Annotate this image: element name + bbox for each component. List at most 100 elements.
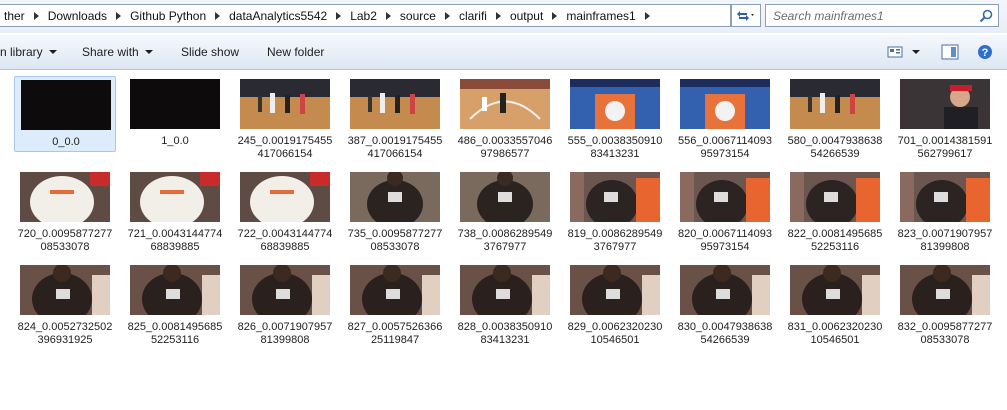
breadcrumb-item[interactable]: dataAnalytics5542 xyxy=(225,9,331,23)
file-item[interactable]: 701_0.0014381591 562799617 xyxy=(894,76,996,160)
file-name: 829_0.0062320230 10546501 xyxy=(556,321,674,347)
refresh-icon xyxy=(737,10,754,21)
file-item[interactable]: 721_0.0043144774 68839885 xyxy=(124,169,226,253)
file-thumbnail xyxy=(20,265,110,315)
file-name-line-2: 08533078 xyxy=(370,241,420,253)
file-name-line-2: 95973154 xyxy=(700,148,750,160)
preview-pane-button[interactable] xyxy=(941,43,959,61)
chevron-down-icon[interactable] xyxy=(912,50,920,54)
breadcrumb-item[interactable]: Github Python xyxy=(126,9,210,23)
file-item[interactable]: 831_0.0062320230 10546501 xyxy=(784,262,886,346)
refresh-button[interactable] xyxy=(731,4,761,27)
slide-show-button[interactable]: Slide show xyxy=(181,45,239,59)
file-name: 824_0.0052732502 396931925 xyxy=(6,321,124,347)
file-name-line-1: 820_0.0067114093 xyxy=(677,228,772,240)
breadcrumb-item[interactable]: source xyxy=(396,9,440,23)
file-item[interactable]: 245_0.0019175455 417066154 xyxy=(234,76,336,160)
file-name-line-1: 819_0.0086289549 xyxy=(567,228,663,240)
breadcrumb-item[interactable]: ther xyxy=(0,9,29,23)
file-thumbnail xyxy=(790,79,880,129)
chevron-right-icon[interactable] xyxy=(215,11,221,20)
chevron-right-icon[interactable] xyxy=(644,11,650,20)
file-name-line-2: 68839885 xyxy=(260,241,310,253)
file-item[interactable]: 556_0.0067114093 95973154 xyxy=(674,76,776,160)
file-item[interactable]: 823_0.0071907957 81399808 xyxy=(894,169,996,253)
chevron-down-icon xyxy=(144,50,153,54)
file-item[interactable]: 822_0.0081495685 52253116 xyxy=(784,169,886,253)
file-item[interactable]: 829_0.0062320230 10546501 xyxy=(564,262,666,346)
file-item[interactable]: 738_0.0086289549 3767977 xyxy=(454,169,556,253)
file-item[interactable]: 825_0.0081495685 52253116 xyxy=(124,262,226,346)
chevron-right-icon[interactable] xyxy=(33,11,39,20)
file-item[interactable]: 1_0.0 xyxy=(124,76,226,152)
help-button[interactable]: ? xyxy=(977,43,993,61)
breadcrumb-item[interactable]: clarifi xyxy=(455,9,491,23)
file-item[interactable]: 820_0.0067114093 95973154 xyxy=(674,169,776,253)
change-view-button[interactable] xyxy=(887,43,920,61)
file-thumbnail xyxy=(460,79,550,129)
file-name-line-1: 824_0.0052732502 xyxy=(17,321,113,333)
file-item[interactable]: 387_0.0019175455 417066154 xyxy=(344,76,446,160)
chevron-right-icon[interactable] xyxy=(336,11,342,20)
file-name: 830_0.0047938638 54266539 xyxy=(666,321,784,347)
chevron-right-icon[interactable] xyxy=(495,11,501,20)
file-thumbnail xyxy=(790,172,880,222)
view-icon xyxy=(887,46,903,58)
file-name-line-1: 1_0.0 xyxy=(161,135,189,147)
file-name-line-1: 735_0.0095877277 xyxy=(347,228,443,240)
file-name-line-2: 562799617 xyxy=(917,148,973,160)
file-item[interactable]: 832_0.0095877277 08533078 xyxy=(894,262,996,346)
file-item[interactable]: 580_0.0047938638 54266539 xyxy=(784,76,886,160)
address-bar[interactable]: ther Downloads Github Python dataAnalytics5… xyxy=(0,4,731,27)
file-item[interactable]: 720_0.0095877277 08533078 xyxy=(14,169,116,253)
file-name-line-2: 25119847 xyxy=(370,334,420,346)
chevron-right-icon[interactable] xyxy=(552,11,558,20)
file-item[interactable]: 0_0.0 xyxy=(14,76,116,152)
breadcrumb-item[interactable]: output xyxy=(506,9,547,23)
search-icon[interactable] xyxy=(979,9,993,23)
file-name: 826_0.0071907957 81399808 xyxy=(226,321,344,347)
file-name-line-1: 387_0.0019175455 xyxy=(347,135,443,147)
preview-pane-icon xyxy=(941,44,959,60)
file-item[interactable]: 555_0.0038350910 83413231 xyxy=(564,76,666,160)
chevron-down-icon xyxy=(48,50,57,54)
file-item[interactable]: 830_0.0047938638 54266539 xyxy=(674,262,776,346)
file-name: 822_0.0081495685 52253116 xyxy=(776,228,894,254)
file-item[interactable]: 826_0.0071907957 81399808 xyxy=(234,262,336,346)
breadcrumb-item[interactable]: Downloads xyxy=(44,9,111,23)
file-item[interactable]: 722_0.0043144774 68839885 xyxy=(234,169,336,253)
breadcrumb-item[interactable]: Lab2 xyxy=(346,9,381,23)
search-input[interactable] xyxy=(773,6,973,25)
file-name-line-2: 52253116 xyxy=(810,241,860,253)
file-name: 720_0.0095877277 08533078 xyxy=(6,228,124,254)
chevron-right-icon[interactable] xyxy=(444,11,450,20)
file-thumbnail xyxy=(570,265,660,315)
file-item[interactable]: 827_0.0057526366 25119847 xyxy=(344,262,446,346)
file-thumbnail xyxy=(20,172,110,222)
file-name-line-1: 826_0.0071907957 xyxy=(237,321,333,333)
file-name: 556_0.0067114093 95973154 xyxy=(666,135,784,161)
breadcrumb-item[interactable]: mainframes1 xyxy=(562,9,639,23)
new-folder-button[interactable]: New folder xyxy=(267,45,324,59)
include-in-library-button[interactable]: n library xyxy=(0,45,57,59)
chevron-right-icon[interactable] xyxy=(116,11,122,20)
file-name-line-2: 3767977 xyxy=(483,241,527,253)
file-thumbnail xyxy=(130,79,220,129)
file-item[interactable]: 735_0.0095877277 08533078 xyxy=(344,169,446,253)
file-name-line-1: 825_0.0081495685 xyxy=(127,321,223,333)
chevron-right-icon[interactable] xyxy=(385,11,391,20)
file-name-line-2: 417066154 xyxy=(257,148,313,160)
include-in-library-label: n library xyxy=(0,45,43,59)
file-name-line-1: 830_0.0047938638 xyxy=(677,321,773,333)
file-item[interactable]: 824_0.0052732502 396931925 xyxy=(14,262,116,346)
file-thumbnail xyxy=(900,265,990,315)
file-name: 820_0.0067114093 95973154 xyxy=(666,228,784,254)
file-name-line-2: 83413231 xyxy=(480,334,530,346)
file-grid: 0_0.0 1_0.0 245_0.0019175455 417066154 387_0… xyxy=(0,72,1007,410)
file-item[interactable]: 828_0.0038350910 83413231 xyxy=(454,262,556,346)
share-with-button[interactable]: Share with xyxy=(82,45,153,59)
file-item[interactable]: 819_0.0086289549 3767977 xyxy=(564,169,666,253)
file-name-line-2: 54266539 xyxy=(810,148,860,160)
file-item[interactable]: 486_0.0033557046 97986577 xyxy=(454,76,556,160)
search-box[interactable] xyxy=(765,4,999,27)
